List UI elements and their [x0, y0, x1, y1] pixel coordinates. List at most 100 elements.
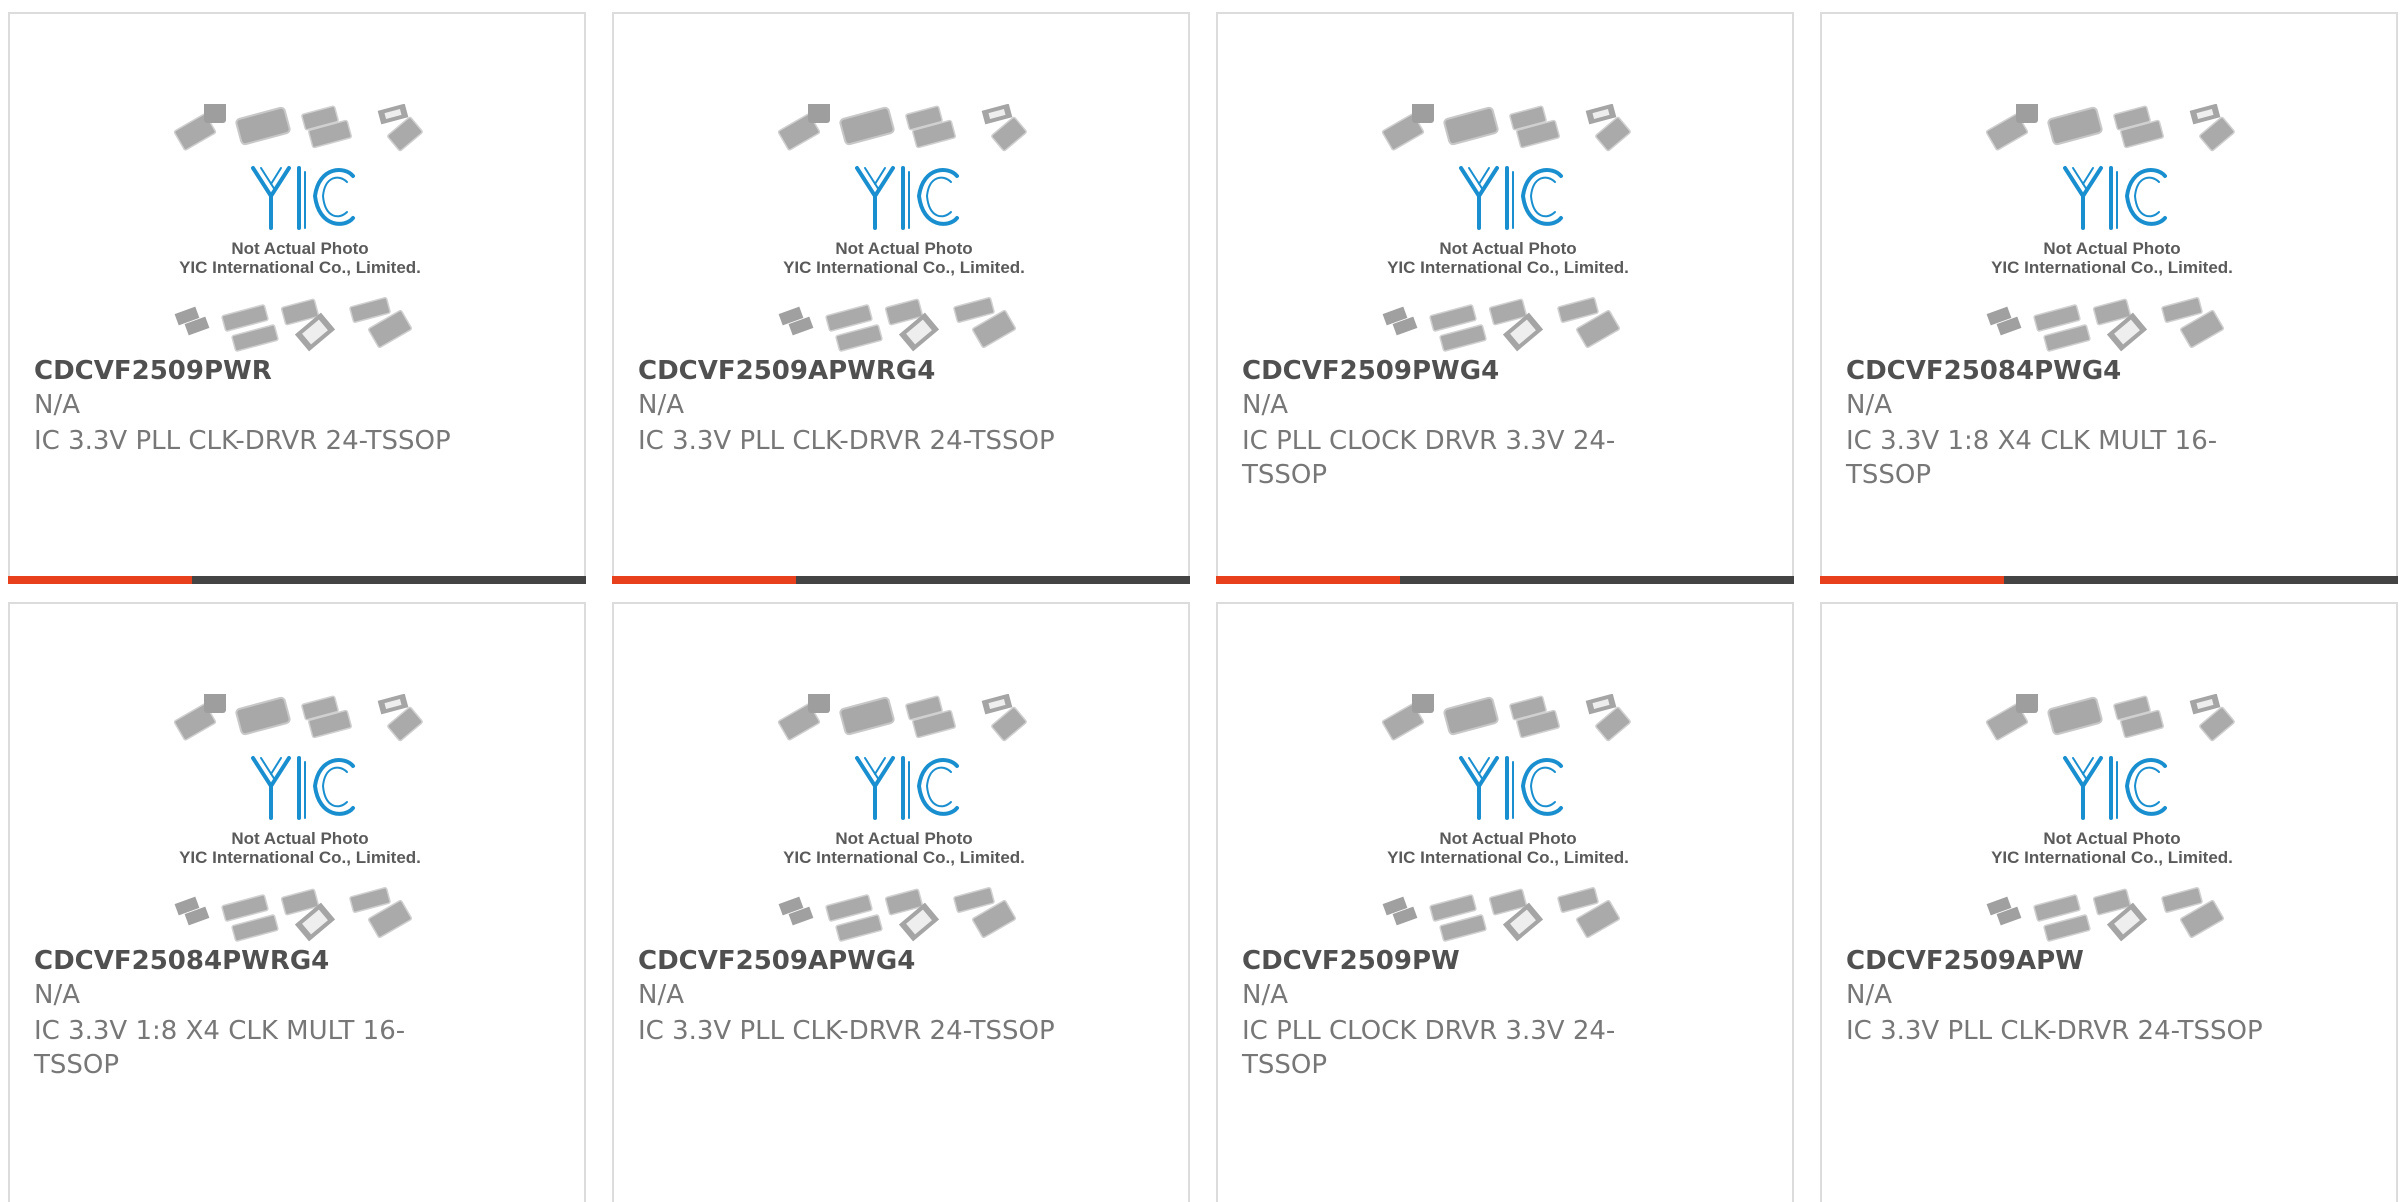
yic-logo: [2063, 166, 2167, 230]
chip-icon: [839, 106, 895, 146]
placeholder-photo-graphic: Not Actual PhotoYIC International Co., L…: [1381, 104, 1631, 352]
placeholder-photo-graphic: Not Actual PhotoYIC International Co., L…: [173, 694, 423, 942]
manufacturer-label: N/A: [1846, 390, 1892, 420]
card-footer-bar: [1820, 576, 2398, 584]
product-card[interactable]: Not Actual Photo YIC International Co., L…: [8, 602, 586, 1202]
part-number-link[interactable]: CDCVF25084PWRG4: [34, 946, 329, 976]
photo-caption-line2: YIC International Co., Limited.: [1387, 848, 1629, 867]
chip-icon: [991, 116, 1027, 152]
product-image[interactable]: Not Actual Photo YIC International Co., L…: [1373, 104, 1643, 354]
placeholder-photo-graphic: Not Actual PhotoYIC International Co., L…: [777, 104, 1027, 352]
chip-icon: [1595, 116, 1631, 152]
photo-caption-line1: Not Actual Photo: [1439, 829, 1576, 848]
manufacturer-label: N/A: [1846, 980, 1892, 1010]
product-description: IC PLL CLOCK DRVR 3.3V 24-TSSOP: [1242, 426, 1616, 490]
chip-icon: [387, 706, 423, 742]
chip-icon: [2199, 116, 2235, 152]
chip-icon: [1443, 106, 1499, 146]
product-image[interactable]: Not Actual Photo YIC International Co., L…: [769, 694, 1039, 944]
manufacturer-label: N/A: [1242, 980, 1288, 1010]
chip-icon: [387, 116, 423, 152]
yic-logo: [1459, 756, 1563, 820]
yic-logo: [855, 756, 959, 820]
product-description: IC PLL CLOCK DRVR 3.3V 24-TSSOP: [1242, 1016, 1616, 1080]
photo-caption-line1: Not Actual Photo: [1439, 239, 1576, 258]
placeholder-photo-graphic: Not Actual PhotoYIC International Co., L…: [777, 694, 1027, 942]
photo-caption-line1: Not Actual Photo: [2043, 239, 2180, 258]
chip-icon: [2016, 104, 2038, 123]
yic-logo: [1459, 166, 1563, 230]
product-image[interactable]: Not Actual Photo YIC International Co., L…: [165, 694, 435, 944]
card-footer-bar: [1216, 576, 1794, 584]
chip-icon: [235, 696, 291, 736]
product-image[interactable]: Not Actual Photo YIC International Co., L…: [769, 104, 1039, 354]
manufacturer-label: N/A: [638, 980, 684, 1010]
product-description: IC 3.3V PLL CLK-DRVR 24-TSSOP: [638, 1016, 1055, 1046]
card-footer-bar: [8, 576, 586, 584]
product-grid: Not Actual Photo YIC International Co., L…: [0, 0, 2400, 1202]
photo-caption-line1: Not Actual Photo: [231, 239, 368, 258]
placeholder-photo-graphic: Not Actual PhotoYIC International Co., L…: [1381, 694, 1631, 942]
photo-caption-line2: YIC International Co., Limited.: [1387, 258, 1629, 277]
yic-logo: [251, 756, 355, 820]
manufacturer-label: N/A: [1242, 390, 1288, 420]
product-card[interactable]: Not Actual Photo YIC International Co., L…: [612, 602, 1190, 1202]
product-card[interactable]: Not Actual Photo YIC International Co., L…: [1216, 602, 1794, 1202]
yic-logo: [251, 166, 355, 230]
product-card[interactable]: Not Actual Photo YIC International Co., L…: [1820, 12, 2398, 584]
manufacturer-label: N/A: [638, 390, 684, 420]
chip-icon: [204, 104, 226, 123]
chip-icon: [1412, 694, 1434, 713]
product-image[interactable]: Not Actual Photo YIC International Co., L…: [165, 104, 435, 354]
product-description: IC 3.3V 1:8 X4 CLK MULT 16-TSSOP: [1846, 426, 2218, 490]
product-description: IC 3.3V PLL CLK-DRVR 24-TSSOP: [1846, 1016, 2263, 1046]
product-image[interactable]: Not Actual Photo YIC International Co., L…: [1977, 694, 2247, 944]
card-footer-accent: [8, 576, 192, 584]
placeholder-photo-graphic: Not Actual PhotoYIC International Co., L…: [1985, 694, 2235, 942]
chip-icon: [2016, 694, 2038, 713]
chip-icon: [1595, 706, 1631, 742]
product-description: IC 3.3V 1:8 X4 CLK MULT 16-TSSOP: [34, 1016, 406, 1080]
manufacturer-label: N/A: [34, 390, 80, 420]
part-number-link[interactable]: CDCVF2509APWG4: [638, 946, 915, 976]
placeholder-photo-graphic: Not Actual PhotoYIC International Co., L…: [1985, 104, 2235, 352]
product-image[interactable]: Not Actual Photo YIC International Co., L…: [1373, 694, 1643, 944]
chip-icon: [235, 106, 291, 146]
chip-icon: [808, 694, 830, 713]
manufacturer-label: N/A: [34, 980, 80, 1010]
yic-logo: [855, 166, 959, 230]
chip-icon: [2047, 106, 2103, 146]
photo-caption-line2: YIC International Co., Limited.: [1991, 258, 2233, 277]
chip-icon: [1412, 104, 1434, 123]
photo-caption-line2: YIC International Co., Limited.: [179, 258, 421, 277]
photo-caption-line2: YIC International Co., Limited.: [783, 848, 1025, 867]
photo-caption-line1: Not Actual Photo: [835, 829, 972, 848]
photo-caption-line1: Not Actual Photo: [835, 239, 972, 258]
chip-icon: [2047, 696, 2103, 736]
placeholder-photo-graphic: Not Actual PhotoYIC International Co., L…: [173, 104, 423, 352]
card-footer-accent: [1216, 576, 1400, 584]
chip-icon: [1443, 696, 1499, 736]
chip-icon: [2199, 706, 2235, 742]
card-footer-bar: [612, 576, 1190, 584]
part-number-link[interactable]: CDCVF2509APWRG4: [638, 356, 935, 386]
card-footer-accent: [612, 576, 796, 584]
product-card[interactable]: Not Actual Photo YIC International Co., L…: [612, 12, 1190, 584]
part-number-link[interactable]: CDCVF25084PWG4: [1846, 356, 2121, 386]
photo-caption-line2: YIC International Co., Limited.: [179, 848, 421, 867]
part-number-link[interactable]: CDCVF2509APW: [1846, 946, 2084, 976]
part-number-link[interactable]: CDCVF2509PW: [1242, 946, 1460, 976]
photo-caption-line1: Not Actual Photo: [2043, 829, 2180, 848]
part-number-link[interactable]: CDCVF2509PWR: [34, 356, 272, 386]
product-image[interactable]: Not Actual Photo YIC International Co., L…: [1977, 104, 2247, 354]
product-description: IC 3.3V PLL CLK-DRVR 24-TSSOP: [638, 426, 1055, 456]
product-card[interactable]: Not Actual Photo YIC International Co., L…: [1216, 12, 1794, 584]
product-card[interactable]: Not Actual Photo YIC International Co., L…: [1820, 602, 2398, 1202]
part-number-link[interactable]: CDCVF2509PWG4: [1242, 356, 1499, 386]
chip-icon: [204, 694, 226, 713]
photo-caption-line2: YIC International Co., Limited.: [783, 258, 1025, 277]
product-card[interactable]: Not Actual Photo YIC International Co., L…: [8, 12, 586, 584]
photo-caption-line1: Not Actual Photo: [231, 829, 368, 848]
photo-caption-line2: YIC International Co., Limited.: [1991, 848, 2233, 867]
chip-icon: [808, 104, 830, 123]
